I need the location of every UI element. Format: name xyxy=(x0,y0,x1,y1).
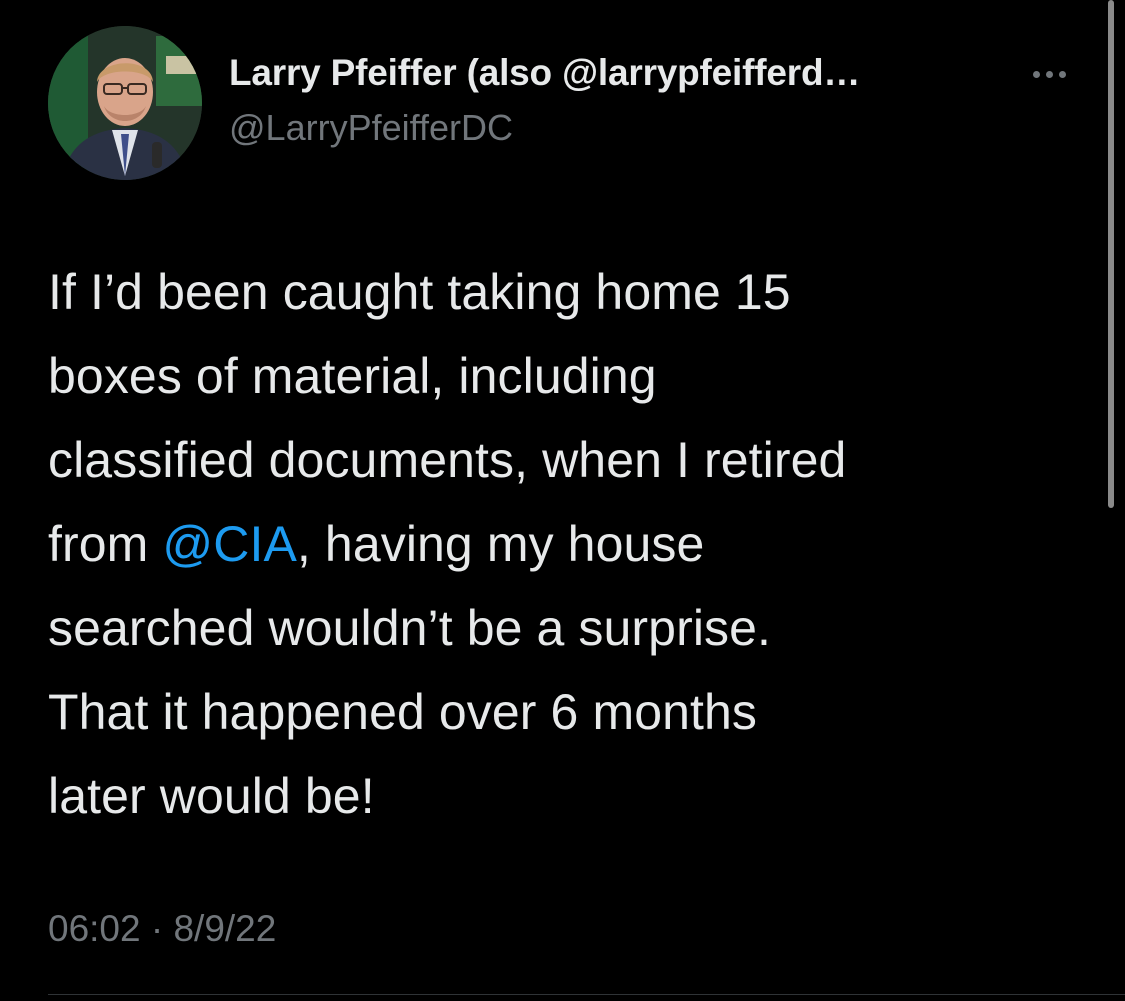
tweet-text-line: later would be! xyxy=(48,768,375,824)
tweet-text: If I’d been caught taking home 15 boxes … xyxy=(48,250,1088,838)
more-button[interactable] xyxy=(1024,54,1074,94)
profile-photo-icon xyxy=(48,26,202,180)
tweet-text-line: searched wouldn’t be a surprise. xyxy=(48,600,772,656)
author-display-name[interactable]: Larry Pfeiffer (also @larrypfeifferd… xyxy=(229,52,860,94)
divider xyxy=(48,994,1125,995)
scrollbar[interactable] xyxy=(1108,0,1114,508)
tweet-text-segment: , having my house xyxy=(296,516,705,572)
tweet-timestamp[interactable]: 06:02 · 8/9/22 xyxy=(48,908,276,950)
author-handle[interactable]: @LarryPfeifferDC xyxy=(229,107,513,149)
tweet-text-segment: from xyxy=(48,516,163,572)
tweet-text-line-with-mention: from @CIA, having my house xyxy=(48,502,1088,586)
tweet-text-line: That it happened over 6 months xyxy=(48,684,758,740)
mention-link-cia[interactable]: @CIA xyxy=(162,516,297,572)
tweet-text-line: If I’d been caught taking home 15 xyxy=(48,264,791,320)
more-horizontal-icon xyxy=(1032,70,1040,78)
more-horizontal-icon xyxy=(1045,70,1053,78)
avatar[interactable] xyxy=(48,26,202,180)
tweet-text-line: classified documents, when I retired xyxy=(48,432,847,488)
tweet-text-line: boxes of material, including xyxy=(48,348,657,404)
tweet: Larry Pfeiffer (also @larrypfeifferd… @L… xyxy=(0,0,1125,1001)
more-horizontal-icon xyxy=(1058,70,1066,78)
